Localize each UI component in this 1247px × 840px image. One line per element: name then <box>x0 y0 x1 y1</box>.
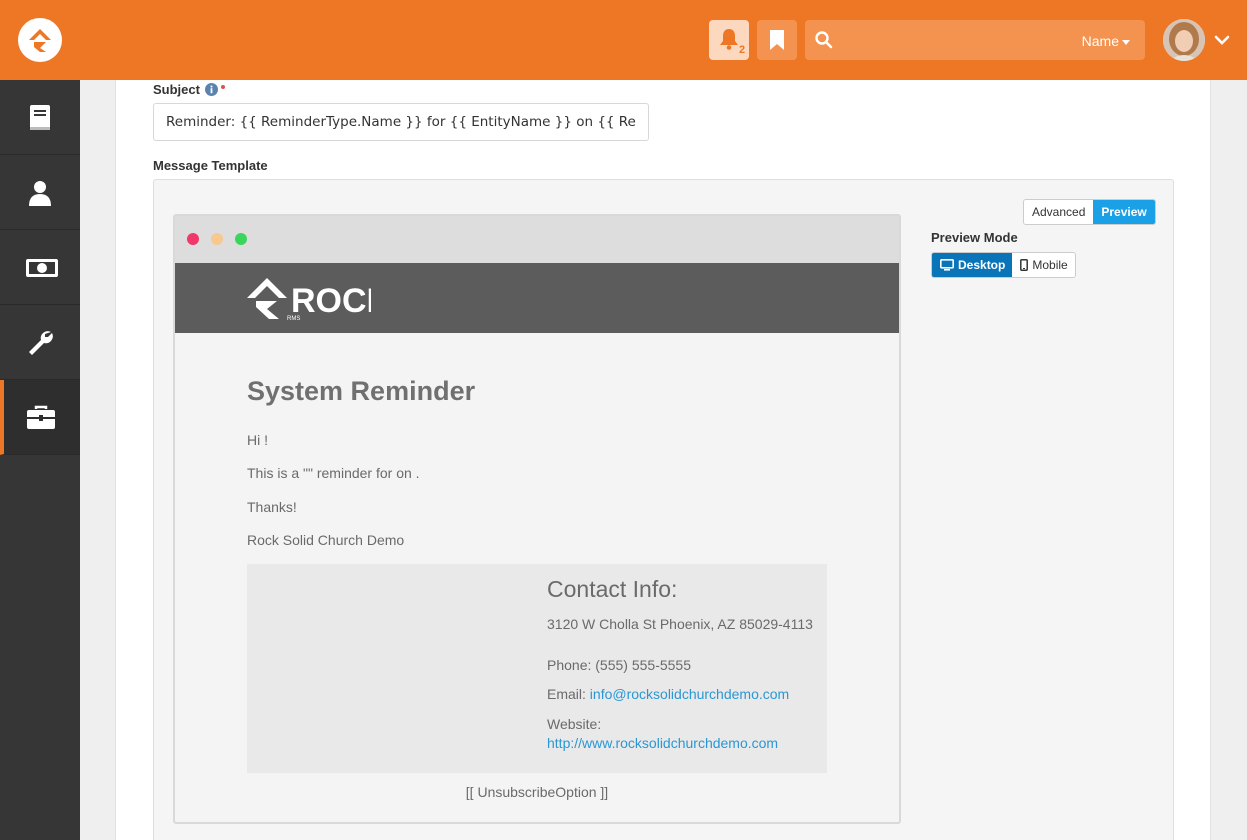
logo-subtext: RMS <box>287 316 300 322</box>
unsubscribe-option: [[ UnsubscribeOption ]] <box>465 784 609 800</box>
email-signature: Rock Solid Church Demo <box>247 532 405 548</box>
contact-website-label: Website: <box>547 716 602 732</box>
maximize-dot-icon <box>235 233 247 245</box>
email-header: ROCK RMS <box>175 263 899 333</box>
top-bar: 2 Name <box>0 0 1247 80</box>
search-icon <box>815 31 833 54</box>
preview-button[interactable]: Preview <box>1093 200 1155 224</box>
mobile-button[interactable]: Mobile <box>1012 253 1075 277</box>
money-icon <box>26 254 58 287</box>
contact-phone: Phone: (555) 555-5555 <box>547 657 691 673</box>
notification-count: 2 <box>739 44 746 56</box>
search-bar: Name <box>805 20 1145 60</box>
email-preview-frame: ROCK RMS System Reminder Hi ! This is a … <box>173 214 901 824</box>
email-title: System Reminder <box>247 376 476 406</box>
mobile-icon <box>1020 259 1029 271</box>
contact-address: 3120 W Cholla St Phoenix, AZ 85029-4113 <box>547 616 813 632</box>
close-dot-icon <box>187 233 199 245</box>
bell-icon <box>719 28 739 55</box>
view-toggle: Advanced Preview <box>1023 199 1156 225</box>
sidebar-item-finance[interactable] <box>0 230 80 305</box>
preview-mode-label: Preview Mode <box>931 230 1018 245</box>
sidebar-item-admin[interactable] <box>0 380 80 455</box>
mobile-label: Mobile <box>1032 258 1068 272</box>
rock-logo-icon[interactable] <box>18 18 62 62</box>
logo-text: ROCK <box>291 282 371 320</box>
book-icon <box>26 104 54 137</box>
desktop-button[interactable]: Desktop <box>932 253 1013 277</box>
email-thanks: Thanks! <box>247 499 297 515</box>
email-body: This is a "" reminder for on . <box>247 465 420 481</box>
bookmarks-button[interactable] <box>757 20 797 60</box>
desktop-label: Desktop <box>958 258 1006 272</box>
contact-info-box: Contact Info: 3120 W Cholla St Phoenix, … <box>247 564 827 773</box>
chevron-down-icon[interactable] <box>1214 34 1230 52</box>
subject-label: Subject <box>153 82 225 99</box>
search-filter-label: Name <box>1081 33 1119 49</box>
advanced-button[interactable]: Advanced <box>1024 200 1094 224</box>
sidebar-item-tools[interactable] <box>0 305 80 380</box>
minimize-dot-icon <box>211 233 223 245</box>
subject-input[interactable] <box>153 103 649 141</box>
contact-email-row: Email: info@rocksolidchurchdemo.com <box>547 686 789 702</box>
subject-label-text: Subject <box>153 82 200 97</box>
search-filter-dropdown[interactable]: Name <box>1082 33 1130 49</box>
contact-email-label: Email: <box>547 686 586 702</box>
person-icon <box>26 179 54 212</box>
sidebar-item-book[interactable] <box>0 80 80 155</box>
sidebar-item-people[interactable] <box>0 155 80 230</box>
desktop-icon <box>940 259 954 271</box>
info-icon[interactable] <box>204 82 218 99</box>
sidebar <box>0 80 80 840</box>
user-avatar[interactable] <box>1163 19 1205 61</box>
required-indicator <box>220 85 225 89</box>
contact-website-row: http://www.rocksolidchurchdemo.com <box>547 735 778 751</box>
contact-title: Contact Info: <box>547 576 678 602</box>
wrench-icon <box>26 329 54 362</box>
preview-mode-toggle: Desktop Mobile <box>931 252 1076 278</box>
search-input[interactable] <box>841 26 1061 54</box>
briefcase-icon <box>26 404 56 437</box>
email-greeting: Hi ! <box>247 432 268 448</box>
notifications-button[interactable]: 2 <box>709 20 749 60</box>
rock-rms-logo-icon: ROCK RMS <box>247 278 371 322</box>
browser-bar <box>175 216 899 263</box>
chevron-down-icon <box>1122 39 1130 45</box>
message-template-label: Message Template <box>153 158 268 173</box>
bookmark-icon <box>769 29 785 56</box>
contact-email-link[interactable]: info@rocksolidchurchdemo.com <box>590 686 789 702</box>
contact-website-link[interactable]: http://www.rocksolidchurchdemo.com <box>547 735 778 751</box>
